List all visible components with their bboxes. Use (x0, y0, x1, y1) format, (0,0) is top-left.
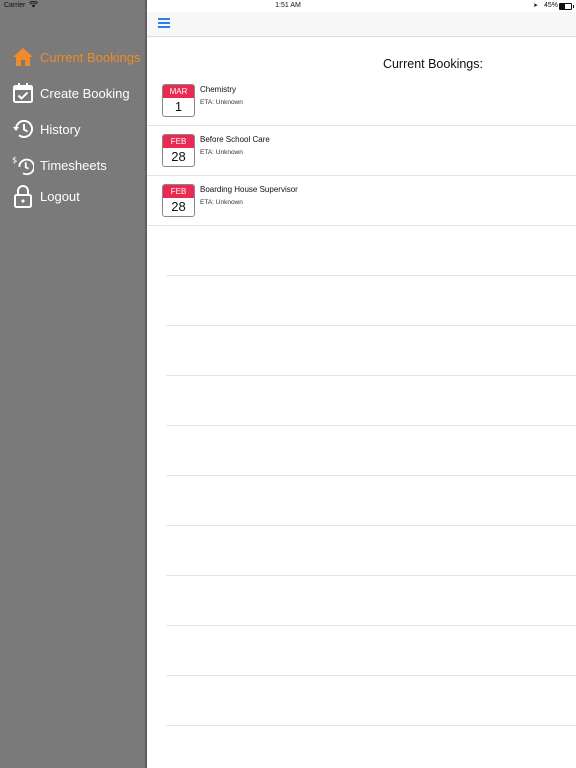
navigation-bar (147, 12, 576, 37)
sidebar-item-label: Timesheets (40, 157, 107, 173)
timesheet-icon: $ (12, 154, 34, 176)
booking-day: 28 (171, 199, 186, 214)
booking-day: 1 (174, 99, 183, 114)
empty-row (166, 476, 576, 526)
sidebar-item-create-booking[interactable]: Create Booking (12, 80, 146, 106)
lock-icon (12, 185, 34, 208)
booking-row[interactable]: FEB 28 Boarding House Supervisor ETA: Un… (147, 176, 576, 226)
booking-day: 28 (171, 149, 186, 164)
home-icon (12, 46, 34, 68)
booking-row[interactable]: FEB 28 Before School Care ETA: Unknown (147, 126, 576, 176)
sidebar-item-label: History (40, 121, 81, 137)
sidebar-item-label: Create Booking (40, 85, 130, 101)
empty-row (166, 576, 576, 626)
calendar-date-icon: FEB 28 (162, 134, 195, 167)
hamburger-menu-icon[interactable] (158, 18, 170, 28)
empty-row (166, 526, 576, 576)
empty-row (166, 676, 576, 726)
clock: 1:51 AM (275, 2, 301, 9)
booking-month: FEB (163, 185, 194, 198)
status-bar: Carrier 1:51 AM ➤ 45% (0, 0, 576, 12)
svg-text:$: $ (12, 154, 17, 164)
booking-eta: ETA: Unknown (200, 199, 243, 206)
empty-row (166, 326, 576, 376)
booking-row[interactable]: MAR 1 Chemistry ETA: Unknown (147, 76, 576, 126)
battery-percent: 45% (543, 2, 558, 9)
booking-title: Chemistry (200, 85, 237, 94)
sidebar-menu: Current Bookings Create Booking History … (0, 0, 147, 768)
sidebar-item-logout[interactable]: Logout (12, 183, 146, 209)
empty-row (166, 426, 576, 476)
empty-row (166, 626, 576, 676)
sidebar-item-current-bookings[interactable]: Current Bookings (12, 44, 146, 70)
sidebar-item-label: Logout (40, 188, 80, 204)
booking-title: Boarding House Supervisor (200, 185, 298, 194)
booking-eta: ETA: Unknown (200, 149, 243, 156)
booking-title: Before School Care (200, 135, 270, 144)
calendar-date-icon: FEB 28 (162, 184, 195, 217)
empty-row (166, 376, 576, 426)
bookings-list: MAR 1 Chemistry ETA: Unknown FEB 28 Befo… (147, 76, 576, 726)
battery-icon (559, 3, 574, 10)
booking-month: FEB (163, 135, 194, 148)
empty-row (166, 276, 576, 326)
location-arrow-icon: ➤ (532, 3, 538, 9)
page-title: Current Bookings: (382, 57, 483, 71)
calendar-check-icon (12, 82, 34, 104)
main-content: Current Bookings: MAR 1 Chemistry ETA: U… (147, 0, 576, 768)
booking-month: MAR (163, 85, 194, 98)
sidebar-item-history[interactable]: History (12, 116, 146, 142)
empty-row (166, 226, 576, 276)
booking-eta: ETA: Unknown (200, 99, 243, 106)
calendar-date-icon: MAR 1 (162, 84, 195, 117)
history-icon (12, 118, 34, 140)
sidebar-item-label: Current Bookings (40, 49, 141, 65)
sidebar-item-timesheets[interactable]: $ Timesheets (12, 152, 146, 178)
